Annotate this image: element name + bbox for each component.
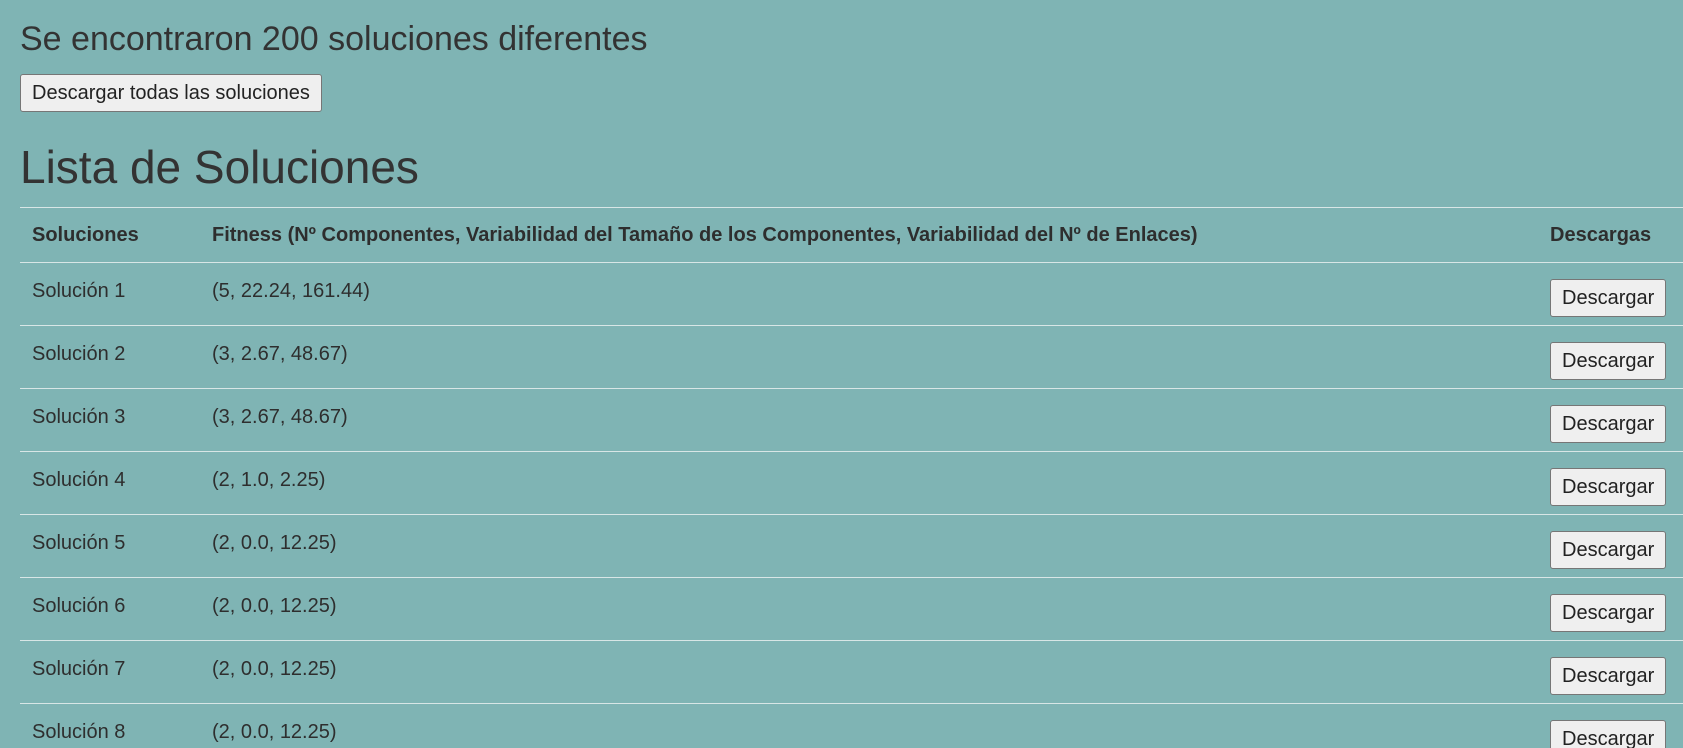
solution-fitness: (2, 0.0, 12.25) [200,577,1538,641]
solution-name: Solución 5 [20,514,200,578]
solution-name: Solución 2 [20,325,200,389]
solution-fitness: (5, 22.24, 161.44) [200,262,1538,326]
download-solution-button[interactable]: Descargar [1550,279,1667,317]
download-solution-button[interactable]: Descargar [1550,531,1667,569]
table-row: Solución 4 (2, 1.0, 2.25) Descargar [20,451,1683,515]
page: Se encontraron 200 soluciones diferentes… [0,0,1683,748]
solution-name: Solución 3 [20,388,200,452]
table-row: Solución 2 (3, 2.67, 48.67) Descargar [20,325,1683,389]
solution-fitness: (2, 0.0, 12.25) [200,703,1538,748]
table-row: Solución 7 (2, 0.0, 12.25) Descargar [20,640,1683,704]
solution-fitness: (2, 1.0, 2.25) [200,451,1538,515]
table-header-row: Soluciones Fitness (Nº Componentes, Vari… [20,207,1683,263]
header-solutions: Soluciones [20,207,200,263]
solutions-list-title: Lista de Soluciones [20,141,419,193]
download-cell: Descargar [1538,577,1683,641]
solution-name: Solución 4 [20,451,200,515]
download-cell: Descargar [1538,514,1683,578]
solution-name: Solución 8 [20,703,200,748]
download-solution-button[interactable]: Descargar [1550,657,1667,695]
download-cell: Descargar [1538,262,1683,326]
download-cell: Descargar [1538,640,1683,704]
download-solution-button[interactable]: Descargar [1550,594,1667,632]
table-row: Solución 5 (2, 0.0, 12.25) Descargar [20,514,1683,578]
download-cell: Descargar [1538,451,1683,515]
download-solution-button[interactable]: Descargar [1550,342,1667,380]
solution-name: Solución 6 [20,577,200,641]
download-solution-button[interactable]: Descargar [1550,405,1667,443]
table-row: Solución 3 (3, 2.67, 48.67) Descargar [20,388,1683,452]
solution-fitness: (3, 2.67, 48.67) [200,388,1538,452]
download-all-button[interactable]: Descargar todas las soluciones [20,74,322,112]
header-fitness: Fitness (Nº Componentes, Variabilidad de… [200,207,1538,263]
solution-name: Solución 1 [20,262,200,326]
solutions-table-body: Solución 1 (5, 22.24, 161.44) Descargar … [20,262,1683,748]
download-solution-button[interactable]: Descargar [1550,720,1667,748]
table-row: Solución 1 (5, 22.24, 161.44) Descargar [20,262,1683,326]
table-row: Solución 8 (2, 0.0, 12.25) Descargar [20,703,1683,748]
header-downloads: Descargas [1538,207,1683,263]
solution-fitness: (3, 2.67, 48.67) [200,325,1538,389]
download-solution-button[interactable]: Descargar [1550,468,1667,506]
download-cell: Descargar [1538,388,1683,452]
solutions-found-heading: Se encontraron 200 soluciones diferentes [20,20,648,58]
solutions-table: Soluciones Fitness (Nº Componentes, Vari… [20,207,1683,748]
solution-name: Solución 7 [20,640,200,704]
solution-fitness: (2, 0.0, 12.25) [200,640,1538,704]
solution-fitness: (2, 0.0, 12.25) [200,514,1538,578]
download-cell: Descargar [1538,703,1683,748]
download-cell: Descargar [1538,325,1683,389]
table-row: Solución 6 (2, 0.0, 12.25) Descargar [20,577,1683,641]
